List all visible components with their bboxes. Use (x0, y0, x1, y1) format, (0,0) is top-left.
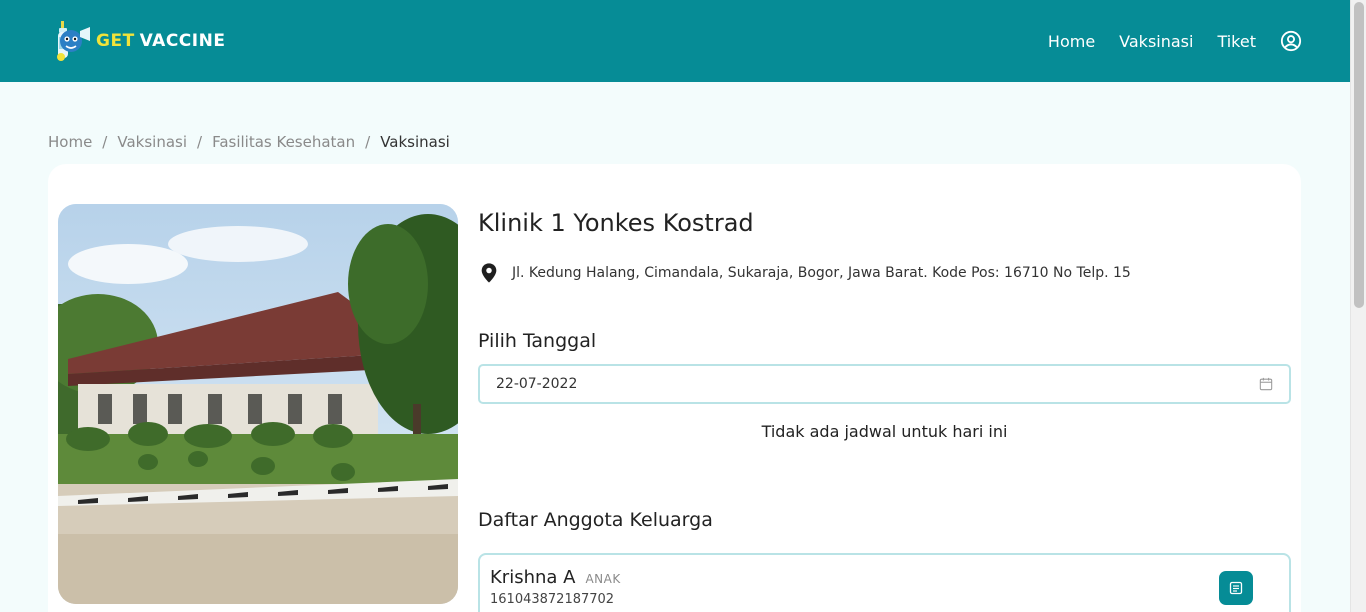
document-icon (1229, 581, 1243, 595)
nav-links: Home Vaksinasi Tiket (1048, 30, 1302, 52)
date-section-title: Pilih Tanggal (478, 330, 597, 352)
calendar-icon[interactable] (1259, 377, 1273, 391)
no-schedule-message: Tidak ada jadwal untuk hari ini (761, 422, 1008, 441)
breadcrumb: Home / Vaksinasi / Fasilitas Kesehatan /… (48, 133, 450, 151)
family-member-card[interactable]: Krishna A ANAK 161043872187702 (478, 553, 1291, 612)
scrollbar-thumb[interactable] (1354, 2, 1364, 308)
page-scrollbar[interactable] (1350, 0, 1366, 612)
breadcrumb-home[interactable]: Home (48, 133, 92, 151)
nav-home-link[interactable]: Home (1048, 32, 1095, 51)
date-input[interactable] (496, 376, 1196, 392)
breadcrumb-current: Vaksinasi (380, 133, 450, 151)
address-row: Jl. Kedung Halang, Cimandala, Sukaraja, … (478, 262, 1291, 284)
member-nik: 161043872187702 (490, 592, 615, 607)
member-detail-button[interactable] (1219, 571, 1253, 605)
brand-get-text: GET (96, 31, 135, 51)
navbar: GET VACCINE Home Vaksinasi Tiket (0, 0, 1350, 82)
user-circle-icon[interactable] (1280, 30, 1302, 52)
member-name: Krishna A (490, 567, 576, 588)
mascot-icon (52, 19, 92, 63)
clinic-card: Klinik 1 Yonkes Kostrad Jl. Kedung Halan… (48, 164, 1301, 612)
nav-tiket-link[interactable]: Tiket (1217, 32, 1256, 51)
clinic-address: Jl. Kedung Halang, Cimandala, Sukaraja, … (512, 265, 1131, 281)
breadcrumb-separator: / (102, 133, 108, 151)
brand-vaccine-text: VACCINE (139, 31, 226, 51)
breadcrumb-vaksinasi[interactable]: Vaksinasi (117, 133, 187, 151)
map-pin-icon (481, 263, 497, 283)
brand-logo[interactable]: GET VACCINE (52, 19, 225, 63)
clinic-detail: Klinik 1 Yonkes Kostrad Jl. Kedung Halan… (478, 204, 1291, 612)
clinic-photo (58, 204, 458, 604)
breadcrumb-separator: / (365, 133, 371, 151)
date-picker[interactable] (478, 364, 1291, 404)
clinic-name: Klinik 1 Yonkes Kostrad (478, 209, 754, 237)
nav-vaksinasi-link[interactable]: Vaksinasi (1119, 32, 1193, 51)
member-role-badge: ANAK (585, 572, 621, 586)
breadcrumb-fasilitas-kesehatan[interactable]: Fasilitas Kesehatan (212, 133, 355, 151)
breadcrumb-separator: / (197, 133, 203, 151)
family-section-title: Daftar Anggota Keluarga (478, 509, 713, 531)
